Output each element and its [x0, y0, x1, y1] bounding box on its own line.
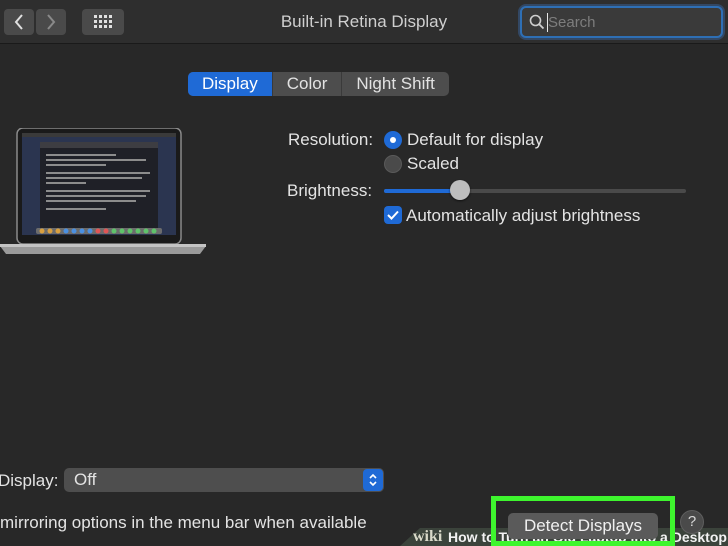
airplay-display-label: Display:	[0, 471, 59, 490]
airplay-display-value: Off	[74, 470, 97, 489]
window-titlebar: Built-in Retina Display	[0, 0, 728, 44]
laptop-illustration	[0, 128, 206, 254]
auto-brightness-label: Automatically adjust brightness	[406, 206, 641, 225]
check-icon	[387, 210, 399, 220]
display-preferences-panel: Display Color Night Shift Resolution: De…	[0, 44, 728, 546]
tab-night-shift[interactable]: Night Shift	[342, 72, 448, 96]
updown-arrows-icon	[369, 473, 377, 487]
airplay-display-select[interactable]: Off	[64, 468, 384, 492]
auto-brightness-checkbox[interactable]	[384, 206, 402, 224]
brightness-slider[interactable]	[384, 189, 686, 193]
radio-default-label: Default for display	[407, 130, 544, 149]
radio-scaled[interactable]	[384, 155, 402, 173]
brightness-slider-fill	[384, 189, 460, 193]
watermark-logo: wiki	[413, 528, 443, 545]
search-icon	[529, 14, 545, 30]
radio-scaled-label: Scaled	[407, 154, 459, 173]
tab-color[interactable]: Color	[273, 72, 343, 96]
search-input[interactable]	[548, 12, 718, 32]
detect-displays-button[interactable]: Detect Displays	[508, 513, 658, 539]
select-arrows	[363, 469, 383, 491]
resolution-label: Resolution:	[288, 130, 374, 149]
highlight-box: Detect Displays	[491, 496, 675, 546]
brightness-slider-knob[interactable]	[449, 180, 470, 200]
tab-display[interactable]: Display	[188, 72, 273, 96]
tab-bar: Display Color Night Shift	[188, 72, 449, 96]
brightness-label: Brightness:	[287, 181, 373, 200]
search-field[interactable]	[520, 6, 723, 38]
radio-default-for-display[interactable]	[384, 131, 402, 149]
help-button[interactable]: ?	[680, 510, 704, 534]
